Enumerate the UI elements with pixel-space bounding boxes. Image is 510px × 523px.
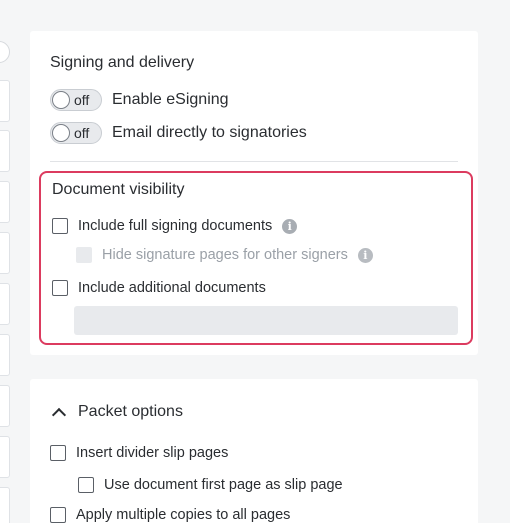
hide-signature-pages-checkbox xyxy=(76,247,92,263)
packet-options-card: Packet options Insert divider slip pages… xyxy=(30,379,478,523)
left-panel-item[interactable] xyxy=(0,232,10,274)
packet-options-header[interactable]: Packet options xyxy=(50,403,183,422)
hide-signature-pages-label: Hide signature pages for other signers xyxy=(102,247,348,263)
additional-documents-field xyxy=(74,306,458,335)
left-panel-item[interactable] xyxy=(0,436,10,478)
insert-divider-label: Insert divider slip pages xyxy=(76,445,229,461)
include-additional-docs-label: Include additional documents xyxy=(78,280,266,296)
toggle-knob xyxy=(52,91,70,109)
use-first-page-label: Use document first page as slip page xyxy=(104,477,343,493)
apply-copies-row[interactable]: Apply multiple copies to all pages xyxy=(50,507,290,523)
info-icon[interactable]: i xyxy=(282,218,298,234)
insert-divider-checkbox[interactable] xyxy=(50,445,66,461)
include-full-docs-checkbox[interactable] xyxy=(52,218,68,234)
chevron-up-icon[interactable] xyxy=(51,407,67,422)
toggle-state-text: off xyxy=(74,92,90,108)
section-divider xyxy=(50,161,458,162)
email-signatories-toggle[interactable]: off xyxy=(50,122,102,144)
info-icon[interactable]: i xyxy=(357,247,373,263)
email-signatories-toggle-row[interactable]: off Email directly to signatories xyxy=(50,122,307,144)
left-panel-item[interactable] xyxy=(0,385,10,427)
apply-copies-checkbox[interactable] xyxy=(50,507,66,523)
email-signatories-label: Email directly to signatories xyxy=(112,124,307,141)
use-first-page-row[interactable]: Use document first page as slip page xyxy=(78,477,343,493)
signing-delivery-card: Signing and delivery off Enable eSigning… xyxy=(30,31,478,355)
use-first-page-checkbox[interactable] xyxy=(78,477,94,493)
left-panel-item[interactable] xyxy=(0,334,10,376)
toggle-state-text: off xyxy=(74,125,90,141)
left-panel-item[interactable] xyxy=(0,283,10,325)
esigning-toggle-row[interactable]: off Enable eSigning xyxy=(50,89,229,111)
hide-signature-pages-row: Hide signature pages for other signers i xyxy=(76,247,373,263)
document-visibility-title: Document visibility xyxy=(52,181,185,198)
left-panel-edge xyxy=(0,0,12,523)
left-panel-item[interactable] xyxy=(0,181,10,223)
include-additional-docs-row[interactable]: Include additional documents xyxy=(52,280,266,296)
include-additional-docs-checkbox[interactable] xyxy=(52,280,68,296)
signing-section-title: Signing and delivery xyxy=(50,54,195,71)
toggle-knob xyxy=(52,124,70,142)
document-visibility-section: Document visibility Include full signing… xyxy=(39,171,473,345)
include-full-docs-row[interactable]: Include full signing documents i xyxy=(52,218,298,234)
insert-divider-row[interactable]: Insert divider slip pages xyxy=(50,445,228,461)
esigning-label: Enable eSigning xyxy=(112,91,229,108)
left-panel-circle-button[interactable] xyxy=(0,41,10,63)
esigning-toggle[interactable]: off xyxy=(50,89,102,111)
apply-copies-label: Apply multiple copies to all pages xyxy=(76,507,291,523)
left-panel-item[interactable] xyxy=(0,130,10,172)
include-full-docs-label: Include full signing documents xyxy=(78,218,273,234)
packet-options-title: Packet options xyxy=(78,403,183,420)
left-panel-item[interactable] xyxy=(0,487,10,523)
left-panel-item[interactable] xyxy=(0,80,10,122)
